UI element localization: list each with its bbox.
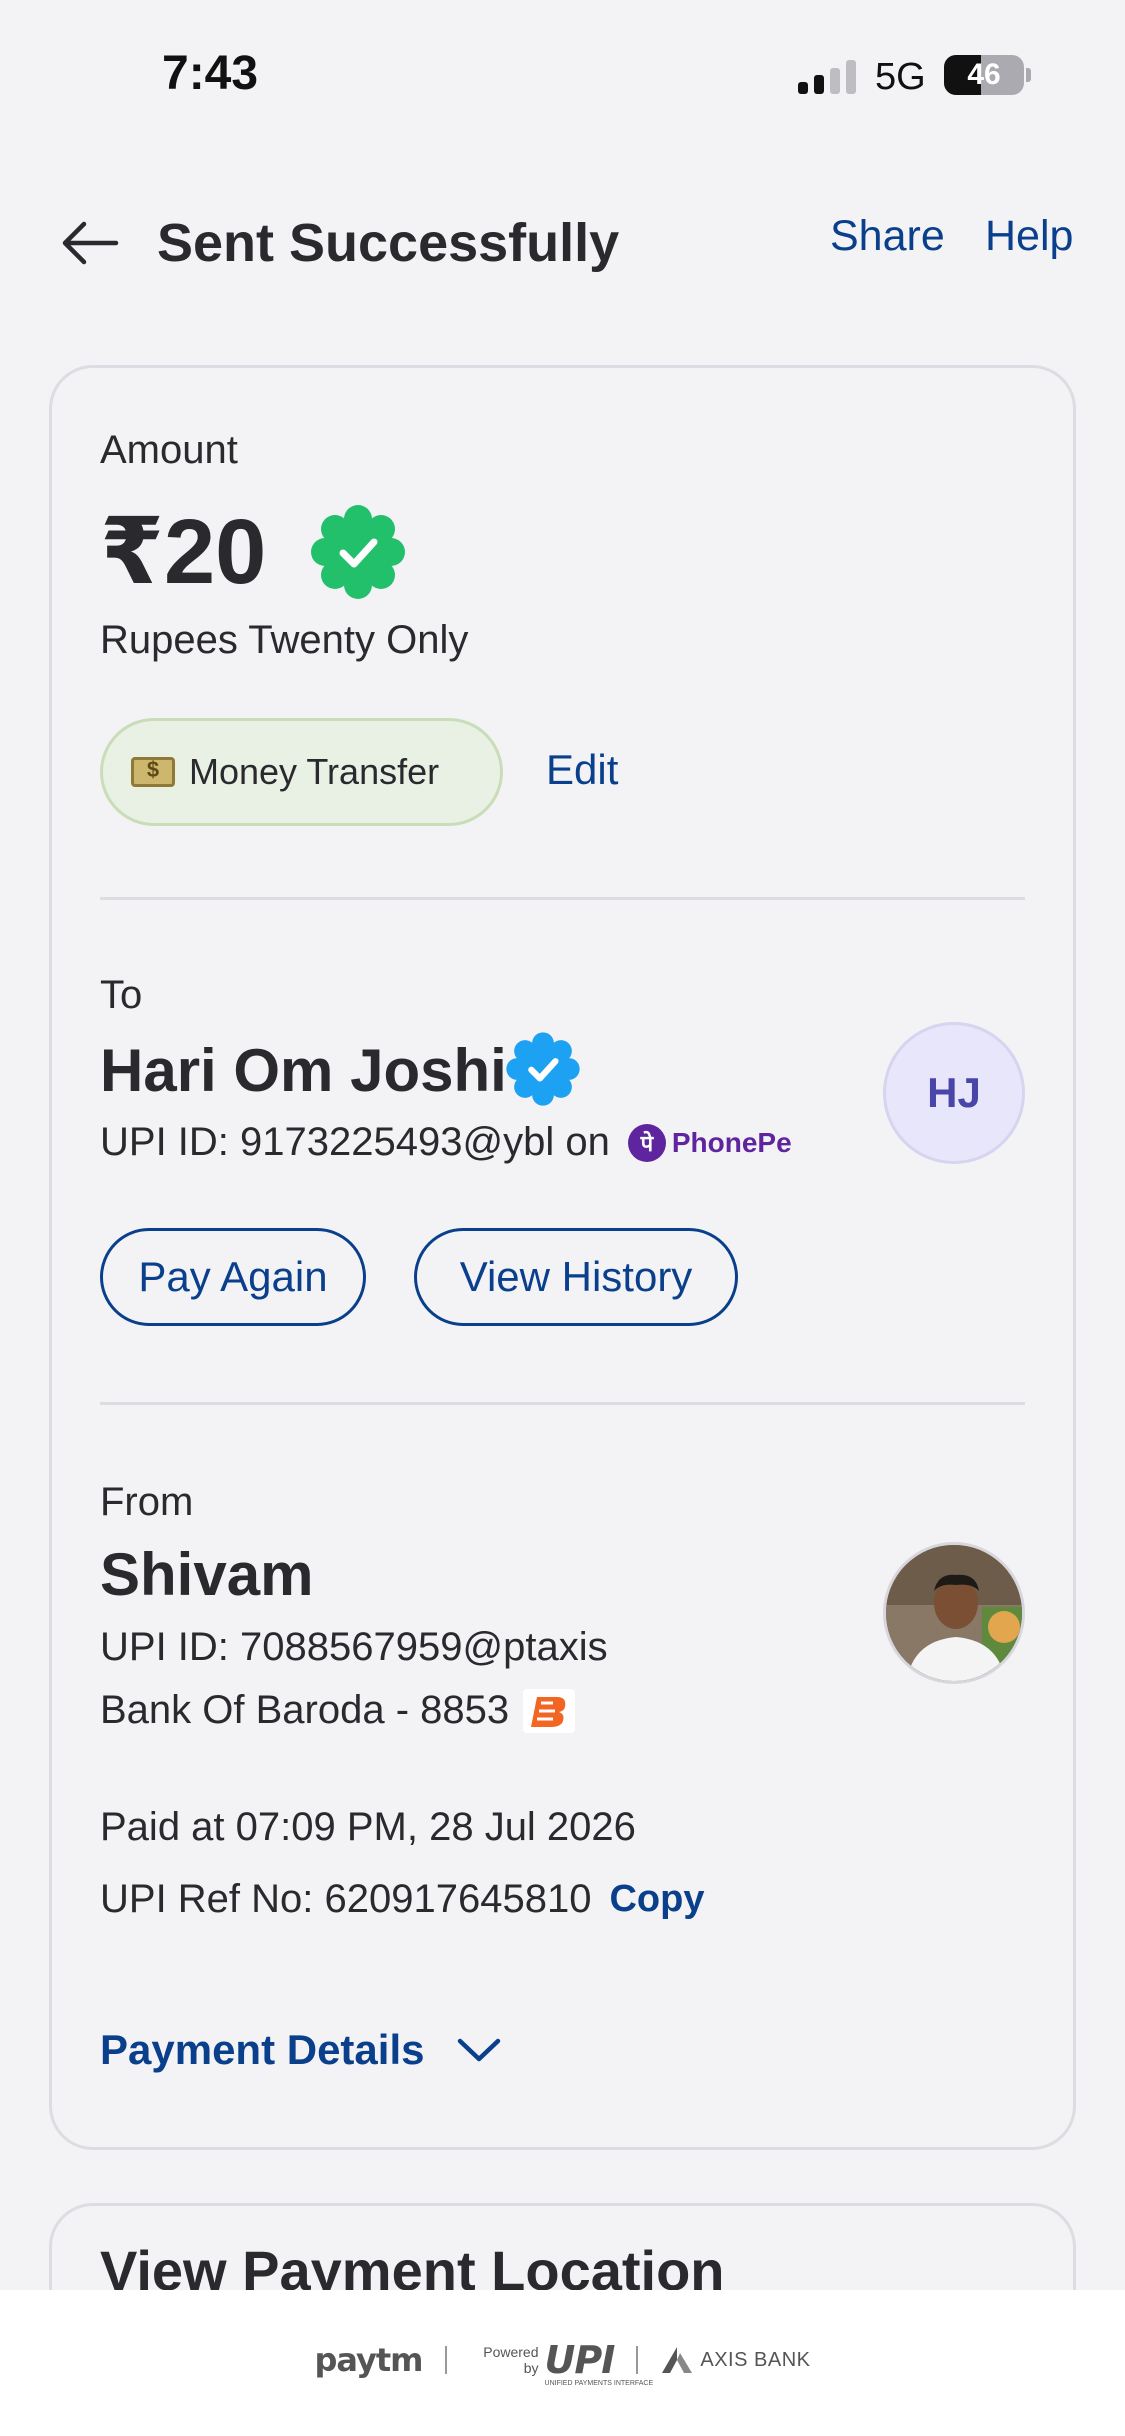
powered-by-label: Powered by bbox=[483, 2344, 539, 2376]
payment-details-label: Payment Details bbox=[100, 2026, 425, 2073]
sender-upi-id: UPI ID: 7088567959@ptaxis bbox=[100, 1625, 608, 1669]
pay-again-button[interactable]: Pay Again bbox=[100, 1228, 366, 1326]
page-title: Sent Successfully bbox=[157, 213, 620, 273]
battery-icon: 46 bbox=[944, 55, 1024, 95]
divider bbox=[100, 897, 1025, 900]
status-bar: 7:43 5G 46 bbox=[0, 0, 1125, 140]
from-label: From bbox=[100, 1480, 194, 1524]
upi-logo-text: UPI bbox=[544, 2338, 616, 2382]
amount-value: ₹20 bbox=[100, 501, 267, 603]
recipient-name: Hari Om Joshi bbox=[100, 1037, 507, 1104]
back-arrow-icon[interactable] bbox=[60, 218, 120, 268]
separator bbox=[444, 2346, 447, 2374]
transaction-card: Amount ₹20 Rupees Twenty Only Money Tran… bbox=[49, 365, 1076, 2150]
upi-ref-number: UPI Ref No: 620917645810 bbox=[100, 1877, 592, 1921]
separator bbox=[636, 2346, 639, 2374]
status-time: 7:43 bbox=[162, 47, 259, 100]
verified-badge-icon bbox=[506, 1032, 580, 1106]
amount-label: Amount bbox=[100, 428, 238, 472]
category-tag-label: Money Transfer bbox=[189, 751, 440, 792]
phonepe-icon: पे bbox=[627, 1123, 666, 1162]
footer-logos: paytm Powered by UPI UNIFIED PAYMENTS IN… bbox=[0, 2330, 1125, 2390]
copy-ref-button[interactable]: Copy bbox=[609, 1878, 704, 1921]
sender-bank: Bank Of Baroda - 8853 bbox=[100, 1688, 576, 1733]
recipient-upi-text: UPI ID: 9173225493@ybl on bbox=[100, 1120, 610, 1164]
divider bbox=[100, 1402, 1025, 1405]
category-tag[interactable]: Money Transfer bbox=[100, 718, 503, 826]
phonepe-label: PhonePe bbox=[671, 1126, 792, 1158]
to-label: To bbox=[100, 973, 143, 1017]
edit-category-button[interactable]: Edit bbox=[546, 746, 618, 794]
network-type: 5G bbox=[875, 56, 926, 98]
upi-ref-row: UPI Ref No: 620917645810 Copy bbox=[100, 1877, 704, 1922]
axis-bank-icon bbox=[662, 2347, 693, 2373]
sender-bank-text: Bank Of Baroda - 8853 bbox=[100, 1688, 510, 1732]
sender-avatar bbox=[883, 1542, 1025, 1684]
footer-branding: paytm Powered by UPI UNIFIED PAYMENTS IN… bbox=[0, 2290, 1125, 2436]
success-check-icon bbox=[311, 505, 405, 599]
axis-bank-logo: AXIS BANK bbox=[660, 2345, 810, 2375]
signal-icon bbox=[798, 60, 858, 94]
recipient-avatar: HJ bbox=[883, 1022, 1025, 1164]
sender-name: Shivam bbox=[100, 1541, 314, 1608]
view-history-button[interactable]: View History bbox=[414, 1228, 738, 1326]
paytm-logo: paytm bbox=[314, 2341, 424, 2379]
chevron-down-icon bbox=[458, 2038, 501, 2062]
battery-level: 46 bbox=[967, 58, 1001, 91]
bank-of-baroda-logo-icon bbox=[523, 1688, 576, 1733]
share-button[interactable]: Share bbox=[830, 212, 945, 261]
upi-subtitle: UNIFIED PAYMENTS INTERFACE bbox=[544, 2380, 654, 2387]
phonepe-logo: पे PhonePe bbox=[627, 1123, 792, 1162]
money-icon bbox=[131, 757, 175, 787]
upi-logo: UPI UNIFIED PAYMENTS INTERFACE bbox=[544, 2338, 654, 2387]
help-button[interactable]: Help bbox=[985, 212, 1073, 261]
paid-at-timestamp: Paid at 07:09 PM, 28 Jul 2026 bbox=[100, 1805, 636, 1849]
battery-tip bbox=[1026, 68, 1031, 82]
axis-bank-label: AXIS BANK bbox=[700, 2348, 811, 2371]
recipient-upi-id: UPI ID: 9173225493@ybl on पे PhonePe bbox=[100, 1120, 792, 1165]
amount-in-words: Rupees Twenty Only bbox=[100, 618, 469, 662]
header: Sent Successfully Share Help bbox=[0, 190, 1125, 300]
payment-details-toggle[interactable]: Payment Details bbox=[100, 2026, 502, 2074]
